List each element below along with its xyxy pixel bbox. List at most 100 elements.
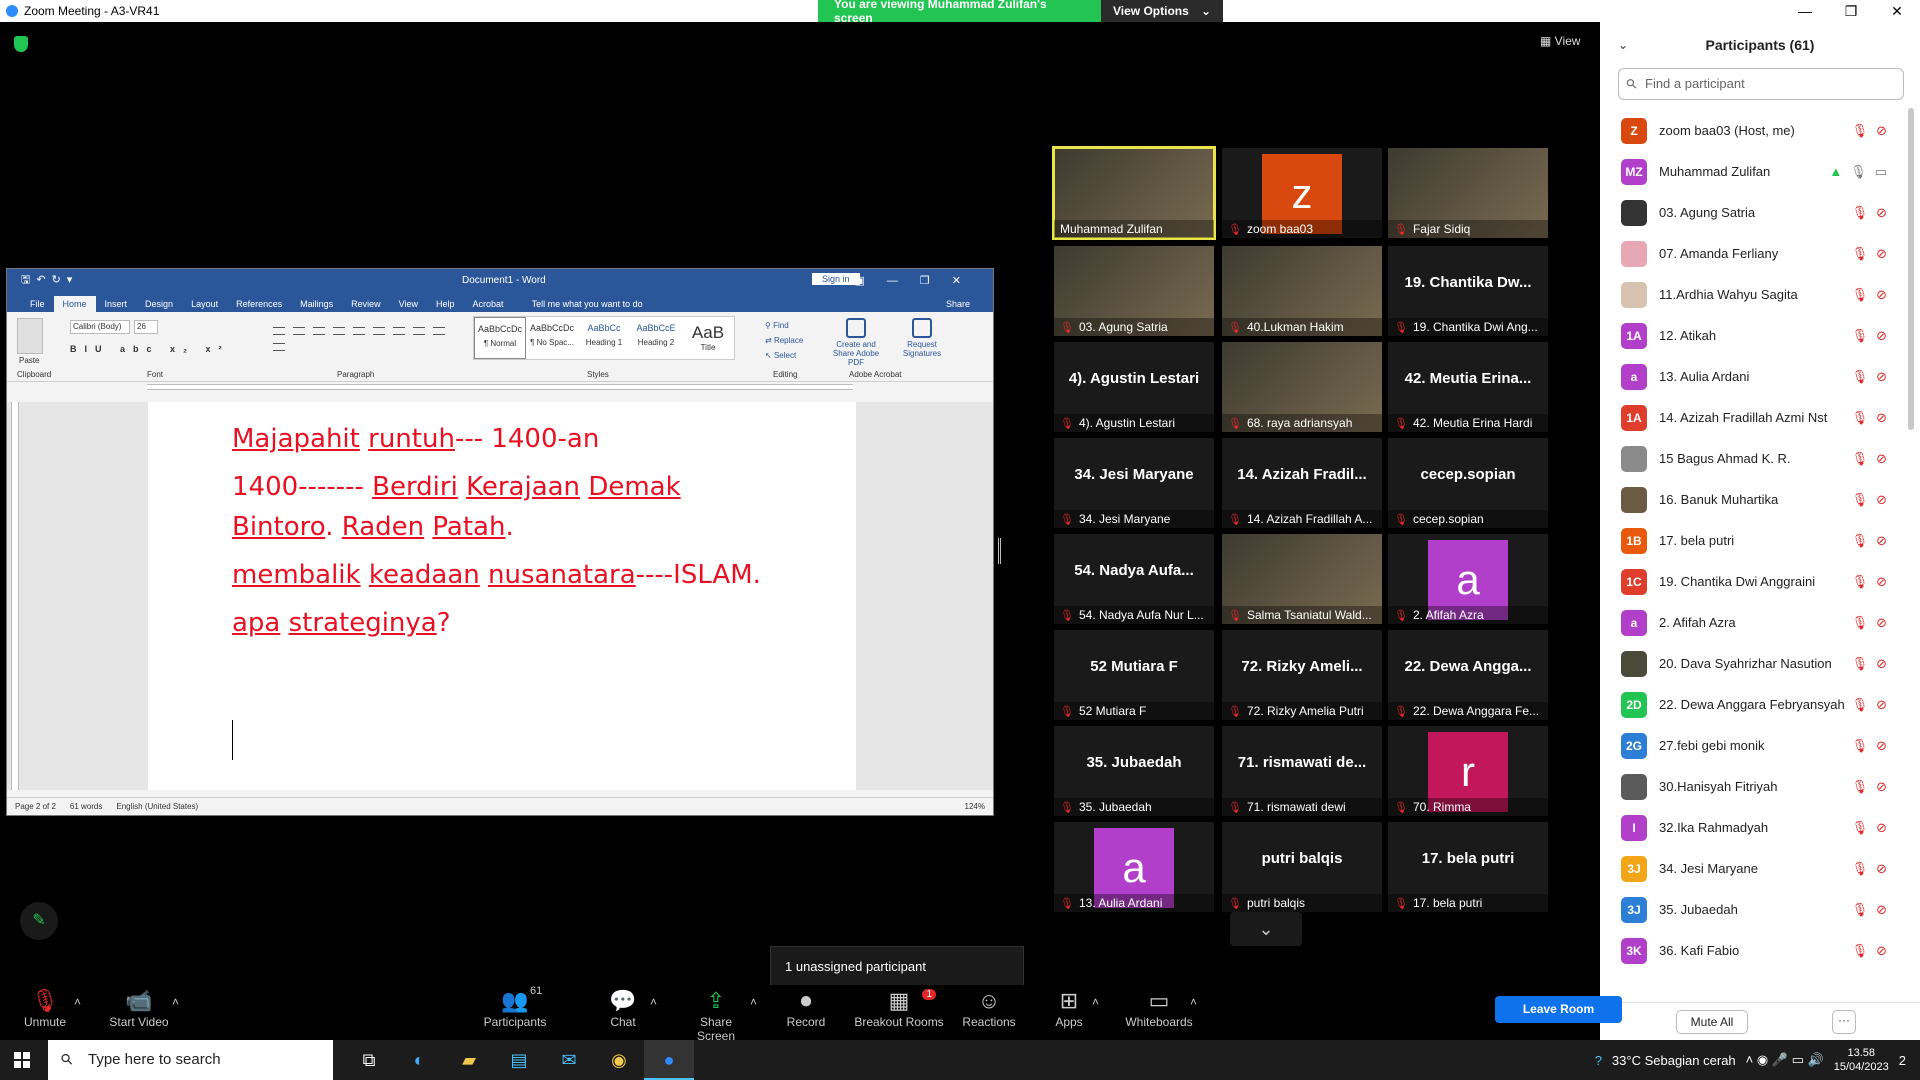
more-options-button[interactable]: ··· [1832,1010,1856,1034]
word-tab-design[interactable]: Design [136,296,182,312]
whiteboard-options-chevron-icon[interactable]: ˄ [1190,995,1197,1009]
participant-row[interactable]: 2D 22. Dewa Anggara Febryansyah 🎙⊘ [1600,684,1905,725]
participant-row[interactable]: 30.Hanisyah Fitriyah 🎙⊘ [1600,766,1905,807]
word-tab-layout[interactable]: Layout [182,296,227,312]
tell-me-search[interactable]: Tell me what you want to do [523,296,652,312]
format-buttons[interactable]: BIU abc x₂ x² [70,344,230,354]
tray-icons[interactable]: ˄ ◉ 🎤 ▭ 🔊 [1746,1052,1824,1068]
participant-row[interactable]: 3J 35. Jubaedah 🎙⊘ [1600,889,1905,930]
style-heading-1[interactable]: AaBbCc Heading 1 [578,317,630,359]
participant-row[interactable]: 1A 14. Azizah Fradillah Azmi Nst 🎙⊘ [1600,397,1905,438]
participant-tile[interactable]: 54. Nadya Aufa... 🎙 54. Nadya Aufa Nur L..… [1054,534,1214,624]
file-explorer-icon[interactable]: ▰ [444,1040,494,1080]
participant-row[interactable]: Zzoom baa03 (Host, me) 🎙⊘ [1600,110,1905,151]
video-options-chevron-icon[interactable]: ˄ [172,995,179,1009]
participant-row[interactable]: 1B 17. bela putri 🎙⊘ [1600,520,1905,561]
participant-tile[interactable]: 42. Meutia Erina... 🎙 42. Meutia Erina Har… [1388,342,1548,432]
participant-row[interactable]: 20. Dava Syahrizhar Nasution 🎙⊘ [1600,643,1905,684]
style-title[interactable]: AaB Title [682,317,734,359]
taskbar-clock[interactable]: 13.58 15/04/2023 [1834,1046,1889,1074]
apps-button[interactable]: ⊞ Apps [1054,987,1084,1029]
audio-options-chevron-icon[interactable]: ˄ [74,995,81,1009]
select-button[interactable]: ↖ Select [765,348,803,363]
word-tab-home[interactable]: Home [53,296,96,312]
task-view-icon[interactable]: ⧉ [344,1040,394,1080]
find-button[interactable]: ⚲ Find [765,318,803,333]
word-tab-mailings[interactable]: Mailings [291,296,342,312]
participant-row[interactable]: 03. Agung Satria 🎙⊘ [1600,192,1905,233]
paragraph-buttons[interactable] [269,324,449,364]
record-button[interactable]: ⏺ Record [784,987,828,1029]
participant-tile[interactable]: a 🎙 13. Aulia Ardani [1054,822,1214,912]
mail-icon[interactable]: ✉ [544,1040,594,1080]
participant-tile[interactable]: cecep.sopian 🎙 cecep.sopian [1388,438,1548,528]
chat-options-chevron-icon[interactable]: ˄ [650,995,657,1009]
weather[interactable]: 33°C Sebagian cerah [1612,1053,1736,1068]
zoom-percent[interactable]: 124% [965,802,985,811]
participant-row[interactable]: 1C 19. Chantika Dwi Anggraini 🎙⊘ [1600,561,1905,602]
create-pdf-button[interactable]: Create and Share Adobe PDF [827,318,885,367]
breakout-rooms-button[interactable]: ▦ 1 Breakout Rooms [852,987,946,1029]
participant-row[interactable]: 07. Amanda Ferliany 🎙⊘ [1600,233,1905,274]
participant-search-input[interactable]: Find a participant [1618,68,1904,100]
style-heading-2[interactable]: AaBbCcE Heading 2 [630,317,682,359]
view-button[interactable]: View [1540,34,1581,48]
chat-button[interactable]: 💬 Chat [606,987,640,1029]
word-tab-references[interactable]: References [227,296,291,312]
split-handle[interactable] [998,538,1001,564]
replace-button[interactable]: ⇄ Replace [765,333,803,348]
view-options-button[interactable]: View Options ⌄ [1101,0,1223,22]
request-signatures-button[interactable]: Request Signatures [893,318,951,367]
word-tab-acrobat[interactable]: Acrobat [464,296,513,312]
participant-tile[interactable]: 🎙 03. Agung Satria [1054,246,1214,336]
participant-tile[interactable]: 35. Jubaedah 🎙 35. Jubaedah [1054,726,1214,816]
apps-options-chevron-icon[interactable]: ˄ [1092,995,1099,1009]
collapse-chevron-icon[interactable]: ⌄ [1618,38,1628,52]
participant-tile[interactable]: 14. Azizah Fradil... 🎙 14. Azizah Fradilla… [1222,438,1382,528]
participant-tile[interactable]: 52 Mutiara F 🎙 52 Mutiara F [1054,630,1214,720]
participant-tile[interactable]: 71. rismawati de... 🎙 71. rismawati dewi [1222,726,1382,816]
participant-tile[interactable]: 🎙 68. raya adriansyah [1222,342,1382,432]
notification-count[interactable]: 2 [1899,1053,1906,1068]
share-screen-button[interactable]: ⇪ Share Screen [680,987,752,1043]
paste-icon[interactable] [17,318,43,354]
word-tab-view[interactable]: View [390,296,427,312]
font-name-select[interactable]: Calibri (Body) [70,320,130,334]
word-tab-file[interactable]: File [21,296,54,312]
gallery-next-page-icon[interactable]: ⌄ [1230,912,1302,946]
minimize-icon[interactable]: — [1782,0,1828,22]
participant-row[interactable]: a 13. Aulia Ardani 🎙⊘ [1600,356,1905,397]
participant-row[interactable]: 11.Ardhia Wahyu Sagita 🎙⊘ [1600,274,1905,315]
participant-row[interactable]: 3J 34. Jesi Maryane 🎙⊘ [1600,848,1905,889]
participant-row[interactable]: 1A 12. Atikah 🎙⊘ [1600,315,1905,356]
participant-tile[interactable]: 4). Agustin Lestari 🎙 4). Agustin Lestari [1054,342,1214,432]
participant-row[interactable]: I 32.Ika Rahmadyah 🎙⊘ [1600,807,1905,848]
word-tab-help[interactable]: Help [427,296,464,312]
start-video-button[interactable]: 📹 Start Video [106,987,172,1029]
participant-row[interactable]: 16. Banuk Muhartika 🎙⊘ [1600,479,1905,520]
zoom-app-icon[interactable]: ● [644,1040,694,1080]
close-icon[interactable]: ✕ [1874,0,1920,22]
participant-tile[interactable]: r 🎙 70. Rimma [1388,726,1548,816]
participant-tile[interactable]: 72. Rizky Ameli... 🎙 72. Rizky Amelia Putr… [1222,630,1382,720]
reactions-button[interactable]: ☺ Reactions [962,987,1016,1029]
style-normal[interactable]: AaBbCcDc ¶ Normal [474,317,526,359]
windows-start-icon[interactable] [14,1052,30,1068]
participant-row[interactable]: 3K 36. Kafi Fabio 🎙⊘ [1600,930,1905,971]
taskbar-search-input[interactable]: Type here to search [48,1040,333,1080]
whiteboards-button[interactable]: ▭ Whiteboards [1124,987,1194,1029]
participant-tile[interactable]: z 🎙 zoom baa03 [1222,148,1382,238]
participant-list-scrollbar[interactable] [1908,108,1914,430]
participant-row[interactable]: 15 Bagus Ahmad K. R. 🎙⊘ [1600,438,1905,479]
help-icon[interactable]: ? [1595,1053,1602,1068]
quick-access-icons[interactable]: 🖫↶↻▾ [21,271,78,290]
font-size-select[interactable]: 26 [134,320,158,334]
participant-tile[interactable]: 🎙 Fajar Sidiq [1388,148,1548,238]
participant-tile[interactable]: 34. Jesi Maryane 🎙 34. Jesi Maryane [1054,438,1214,528]
word-share-button[interactable]: Share [937,296,979,312]
word-window-controls[interactable]: ▣—❐✕ [855,274,983,287]
participant-row[interactable]: 2G 27.febi gebi monik 🎙⊘ [1600,725,1905,766]
participant-tile[interactable]: 🎙 Salma Tsaniatul Wald... [1222,534,1382,624]
participant-tile[interactable]: a 🎙 2. Afifah Azra [1388,534,1548,624]
word-sign-in-button[interactable]: Sign in [812,273,860,285]
